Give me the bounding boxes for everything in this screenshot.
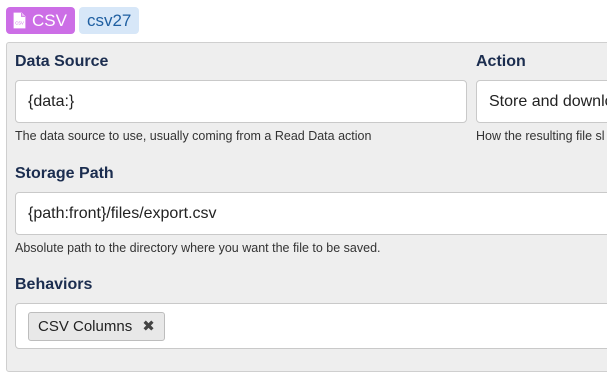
- close-icon[interactable]: ✖: [142, 317, 155, 335]
- data-source-input[interactable]: {data:}: [15, 80, 467, 123]
- node-id-label: csv27: [86, 10, 132, 30]
- storage-path-input[interactable]: {path:front}/files/export.csv: [15, 192, 607, 235]
- action-value: Store and downlo: [489, 92, 607, 110]
- storage-path-help: Absolute path to the directory where you…: [15, 241, 381, 255]
- action-select[interactable]: Store and downlo: [476, 80, 607, 123]
- settings-panel: Data Source {data:} The data source to u…: [6, 42, 607, 372]
- storage-path-value: {path:front}/files/export.csv: [28, 204, 217, 222]
- behavior-chip: CSV Columns ✖: [28, 311, 165, 341]
- node-tags: CSV CSV csv27: [6, 7, 140, 34]
- type-tag-label: CSV: [32, 10, 67, 30]
- data-source-value: {data:}: [28, 92, 75, 110]
- data-source-label: Data Source: [15, 53, 109, 70]
- behaviors-label: Behaviors: [15, 276, 93, 293]
- file-csv-icon: CSV: [13, 12, 26, 29]
- action-help: How the resulting file sl: [476, 129, 605, 143]
- storage-path-label: Storage Path: [15, 165, 114, 182]
- action-label: Action: [476, 53, 526, 70]
- type-tag: CSV CSV: [6, 7, 75, 34]
- behaviors-input[interactable]: CSV Columns ✖: [15, 303, 607, 349]
- node-id-tag[interactable]: csv27: [78, 7, 140, 34]
- behavior-chip-label: CSV Columns: [38, 317, 133, 335]
- svg-text:CSV: CSV: [15, 21, 24, 26]
- data-source-help: The data source to use, usually coming f…: [15, 129, 372, 143]
